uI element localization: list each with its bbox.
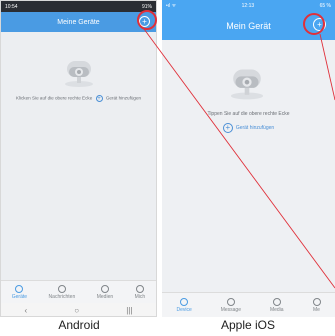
- ios-caption: Apple iOS: [220, 318, 276, 332]
- devices-icon: [180, 298, 189, 306]
- ios-hint-text: Tippen Sie auf die obere rechte Ecke: [207, 111, 290, 117]
- android-empty-hint: Klicken Sie auf die obere rechte Ecke + …: [1, 95, 156, 102]
- home-nav-button[interactable]: ○: [74, 306, 79, 315]
- tab-devices[interactable]: Geräte: [12, 281, 27, 304]
- message-icon: [226, 298, 235, 306]
- tab-me[interactable]: Mich: [135, 281, 145, 304]
- android-caption: Android: [58, 318, 100, 332]
- android-screen: 10:54 91% Meine Geräte + Klicken Sie auf…: [0, 0, 157, 317]
- ios-status-signal: •ıl ᯤ: [166, 2, 177, 9]
- android-title-bar: Meine Geräte +: [1, 12, 156, 32]
- plus-circle-icon: +: [95, 95, 103, 102]
- plus-circle-icon: +: [222, 123, 233, 133]
- ios-page-title: Mein Gerät: [226, 20, 271, 31]
- ios-empty-hint: Tippen Sie auf die obere rechte Ecke + G…: [162, 111, 335, 133]
- android-nav-bar: ‹ ○ |||: [1, 303, 156, 316]
- ios-add-device-label: Gerät hinzufügen: [235, 125, 275, 131]
- tab-me[interactable]: Me: [312, 293, 321, 317]
- tab-device[interactable]: Device: [176, 293, 192, 317]
- android-add-device-text: Gerät hinzufügen: [105, 95, 142, 101]
- ios-add-device-link[interactable]: + Gerät hinzufügen: [162, 123, 335, 133]
- android-status-bar: 10:54 91%: [1, 1, 156, 12]
- tab-media[interactable]: Media: [270, 293, 284, 317]
- ios-screen: •ıl ᯤ 12:13 65 % Mein Gerät + Tippen Sie…: [162, 0, 335, 317]
- android-add-highlight-circle: [137, 10, 157, 30]
- message-icon: [57, 285, 66, 293]
- android-hint-text: Klicken Sie auf die obere rechte Ecke: [15, 95, 93, 101]
- tab-messages[interactable]: Nachrichten: [49, 281, 75, 304]
- ios-tab-bar: Device Message Media Me: [162, 292, 335, 317]
- android-tab-bar: Geräte Nachrichten Medien Mich: [1, 280, 156, 304]
- ios-status-time: 12:13: [241, 2, 255, 9]
- camera-placeholder-icon: [65, 61, 93, 87]
- media-icon: [100, 285, 109, 293]
- android-status-time: 10:54: [5, 3, 18, 10]
- me-icon: [312, 298, 321, 306]
- me-icon: [135, 285, 144, 293]
- ios-status-bar: •ıl ᯤ 12:13 65 %: [162, 0, 335, 11]
- ios-status-battery: 65 %: [319, 2, 331, 9]
- tab-media[interactable]: Medien: [97, 281, 113, 304]
- camera-placeholder-icon: [230, 69, 264, 100]
- tab-message[interactable]: Message: [221, 293, 241, 317]
- ios-add-highlight-circle: [303, 13, 325, 35]
- media-icon: [272, 298, 281, 306]
- android-status-battery: 91%: [141, 3, 152, 10]
- recent-apps-button[interactable]: |||: [126, 306, 132, 315]
- devices-icon: [15, 285, 24, 293]
- back-nav-button[interactable]: ‹: [25, 306, 28, 315]
- android-page-title: Meine Geräte: [57, 18, 100, 26]
